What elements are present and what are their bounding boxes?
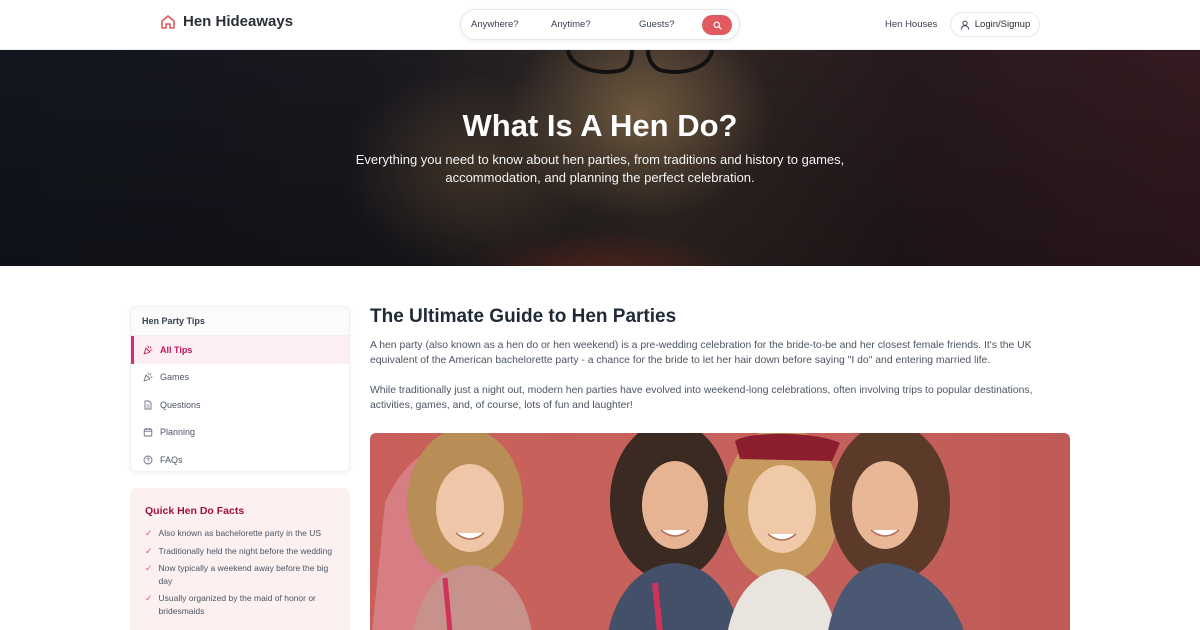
tips-nav-item-questions[interactable]: Questions — [131, 391, 349, 419]
check-icon: ✓ — [145, 545, 153, 556]
tips-nav-label: Questions — [160, 399, 201, 410]
quick-facts-title: Quick Hen Do Facts — [145, 505, 245, 517]
woman-3-top — [728, 569, 837, 630]
search-when-field[interactable]: Anytime? — [551, 19, 591, 30]
article-title: The Ultimate Guide to Hen Parties — [370, 306, 677, 327]
quick-fact-item: ✓ Usually organized by the maid of honor… — [145, 592, 336, 617]
nav-link-hen-houses[interactable]: Hen Houses — [885, 19, 937, 30]
brand-logo-link[interactable]: Hen Hideaways — [160, 13, 293, 30]
party-hat — [735, 433, 840, 461]
help-circle-icon — [143, 455, 153, 465]
tips-nav-card: Hen Party Tips All Tips Games Questions … — [130, 306, 350, 472]
tips-nav-heading: Hen Party Tips — [131, 307, 349, 336]
party-popper-icon — [143, 372, 153, 382]
hero-photo-glasses — [566, 50, 714, 74]
tips-nav-item-faqs[interactable]: FAQs — [131, 446, 349, 471]
tips-nav-label: All Tips — [160, 344, 193, 355]
search-icon — [712, 20, 722, 30]
party-popper-icon — [143, 345, 153, 355]
tips-nav-item-planning[interactable]: Planning — [131, 419, 349, 447]
tips-nav-item-all-tips[interactable]: All Tips — [131, 336, 349, 364]
article-paragraph: A hen party (also known as a hen do or h… — [370, 340, 1032, 366]
check-icon: ✓ — [145, 528, 153, 538]
site-header: Hen Hideaways Anywhere? Anytime? Guests?… — [0, 0, 1200, 50]
quick-facts-list: ✓ Also known as bachelorette party in th… — [145, 527, 336, 617]
quick-fact-item: ✓ Now typically a weekend away before th… — [145, 562, 336, 587]
hero-title: What Is A Hen Do? — [462, 108, 738, 143]
hero-subtitle: Everything you need to know about hen pa… — [355, 152, 845, 185]
brand-name: Hen Hideaways — [183, 13, 294, 30]
hen-party-group-photo — [370, 433, 1070, 630]
woman-2-top — [608, 563, 739, 630]
quick-fact-item: ✓ Traditionally held the night before th… — [145, 545, 336, 558]
tips-nav-label: FAQs — [160, 454, 183, 465]
search-where-field[interactable]: Anywhere? — [471, 19, 519, 30]
article-paragraph: While traditionally just a night out, mo… — [370, 385, 1033, 411]
quick-fact-text: Also known as bachelorette party in the … — [158, 528, 322, 538]
document-icon — [144, 400, 152, 410]
tips-nav-item-games[interactable]: Games — [131, 364, 349, 392]
quick-fact-text: Now typically a weekend away before the … — [158, 563, 329, 586]
login-signup-button[interactable]: Login/Signup — [950, 12, 1040, 37]
tips-nav-label: Games — [160, 372, 190, 383]
check-icon: ✓ — [145, 563, 153, 573]
user-icon — [960, 20, 969, 29]
woman-4-top — [828, 563, 964, 630]
tips-nav-label: Planning — [160, 427, 196, 438]
calendar-icon — [143, 428, 153, 437]
quick-fact-item: ✓ Also known as bachelorette party in th… — [145, 527, 336, 540]
quick-fact-text: Traditionally held the night before the … — [158, 545, 333, 556]
group-photo-illustration — [372, 433, 964, 630]
search-button[interactable] — [702, 15, 732, 35]
quick-facts-card: Quick Hen Do Facts ✓ Also known as bache… — [130, 488, 350, 630]
search-guests-field[interactable]: Guests? — [639, 19, 674, 30]
check-icon: ✓ — [145, 593, 153, 603]
quick-fact-text: Usually organized by the maid of honor o… — [158, 593, 316, 616]
login-signup-label: Login/Signup — [974, 19, 1031, 30]
search-bar[interactable]: Anywhere? Anytime? Guests? — [460, 9, 740, 40]
house-icon — [161, 14, 175, 29]
hero-banner: What Is A Hen Do? Everything you need to… — [0, 50, 1200, 266]
